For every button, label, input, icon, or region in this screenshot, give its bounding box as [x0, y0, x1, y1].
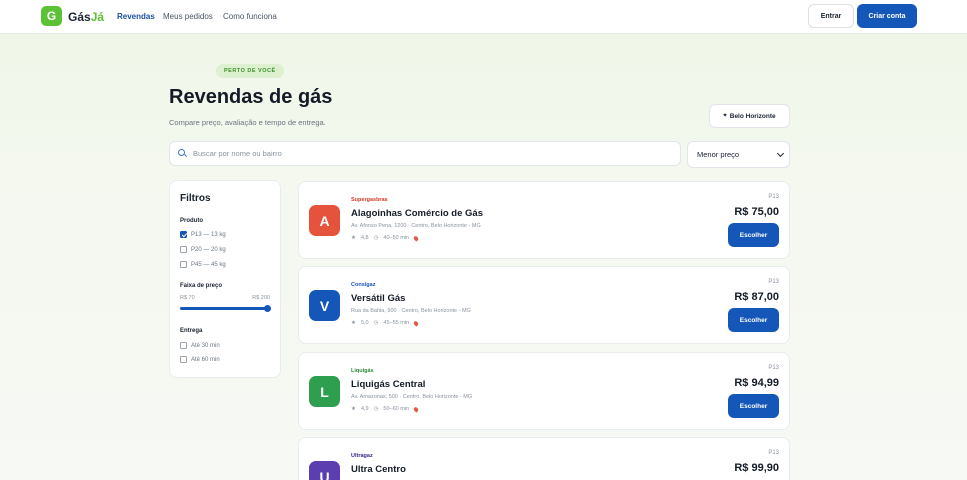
price-heading: Faixa de preço: [180, 283, 223, 289]
product-heading: Produto: [180, 218, 203, 224]
clock-icon: ◷: [373, 406, 379, 412]
dealer-product: P13: [768, 450, 779, 456]
price-min-label: R$ 70: [180, 295, 195, 301]
sort-selected-value: Menor preço: [697, 150, 740, 159]
page-title: Revendas de gás: [169, 86, 333, 108]
brand-accent: Já: [90, 10, 105, 24]
dealer-brand: Ultragaz: [351, 453, 373, 459]
dealer-time: 45–55 min: [383, 320, 410, 326]
city-selector-button[interactable]: ⌖ Belo Horizonte: [709, 104, 790, 128]
dealer-rating: 4,8: [360, 235, 369, 241]
dealer-rating: 4,9: [360, 406, 369, 412]
map-pin-icon[interactable]: [412, 319, 420, 327]
dealer-rating: 5,0: [360, 320, 369, 326]
price-slider-track[interactable]: [180, 307, 268, 310]
clock-icon: ◷: [373, 235, 379, 241]
map-pin-icon[interactable]: [412, 234, 420, 242]
dealer-avatar: U: [309, 461, 340, 480]
nav-revendas[interactable]: Revendas: [117, 12, 155, 21]
price-slider-handle[interactable]: [264, 305, 271, 312]
dealer-price: R$ 75,00: [734, 206, 779, 218]
filters-title: Filtros: [180, 193, 211, 204]
sort-select[interactable]: Menor preço: [687, 141, 790, 168]
option-label: P20 — 20 kg: [191, 246, 226, 253]
dealer-avatar: A: [309, 205, 340, 236]
dealer-meta: ★ 4,9 ◷ 50–60 min: [351, 405, 420, 413]
clock-icon: ◷: [373, 320, 379, 326]
filter-product-p20[interactable]: P20 — 20 kg: [180, 246, 226, 253]
signup-button[interactable]: Criar conta: [857, 4, 917, 28]
dealer-avatar: L: [309, 376, 340, 407]
filter-product-p13[interactable]: P13 — 13 kg: [180, 231, 226, 238]
dealer-time: 50–60 min: [383, 406, 410, 412]
chevron-down-icon: [776, 149, 785, 157]
checkbox[interactable]: [180, 261, 187, 268]
star-icon: ★: [351, 320, 356, 326]
star-icon: ★: [351, 406, 356, 412]
dealer-address: Rua da Bahia, 900 · Centro, Belo Horizon…: [351, 308, 471, 314]
dealer-avatar: V: [309, 290, 340, 321]
search-box[interactable]: [169, 141, 681, 166]
checkbox[interactable]: [180, 342, 187, 349]
dealer-product: P13: [768, 365, 779, 371]
choose-button[interactable]: Escolher: [728, 308, 779, 332]
search-icon: [178, 149, 187, 158]
dealer-time: 40–50 min: [383, 235, 410, 241]
option-label: P45 — 45 kg: [191, 261, 226, 268]
map-pin-icon[interactable]: [412, 405, 420, 413]
dealer-brand: Consigaz: [351, 282, 376, 288]
login-button[interactable]: Entrar: [808, 4, 854, 28]
dealer-product: P13: [768, 194, 779, 200]
logo-icon[interactable]: G: [41, 6, 62, 26]
city-label: Belo Horizonte: [729, 112, 776, 120]
checkbox[interactable]: [180, 231, 187, 238]
filters-panel: Filtros Produto P13 — 13 kg P20 — 20 kg …: [169, 180, 281, 378]
dealer-meta: ★ 4,8 ◷ 40–50 min: [351, 234, 420, 242]
choose-button[interactable]: Escolher: [728, 394, 779, 418]
dealer-price: R$ 87,00: [734, 291, 779, 303]
nav-meus-pedidos[interactable]: Meus pedidos: [163, 12, 213, 21]
dealer-card[interactable]: L Liquigás Liquigás Central Av. Amazonas…: [298, 352, 790, 430]
brand-main: Gás: [68, 10, 91, 24]
dealer-product: P13: [768, 279, 779, 285]
dealer-price: R$ 99,90: [734, 462, 779, 474]
checkbox[interactable]: [180, 356, 187, 363]
option-label: Até 30 min: [191, 342, 220, 349]
checkbox[interactable]: [180, 246, 187, 253]
nav-como-funciona[interactable]: Como funciona: [223, 12, 277, 21]
top-navbar: G GásJá Revendas Meus pedidos Como funci…: [0, 0, 967, 34]
dealer-card[interactable]: U Ultragaz Ultra Centro P13 R$ 99,90: [298, 437, 790, 480]
filter-product-p45[interactable]: P45 — 45 kg: [180, 261, 226, 268]
dealer-name[interactable]: Versátil Gás: [351, 293, 405, 304]
dealer-brand: Liquigás: [351, 368, 374, 374]
nearby-chip: PERTO DE VOCÊ: [216, 64, 284, 78]
dealer-name[interactable]: Ultra Centro: [351, 464, 406, 475]
dealer-price: R$ 94,99: [734, 377, 779, 389]
dealer-card[interactable]: A Supergasbras Alagoinhas Comércio de Gá…: [298, 181, 790, 259]
dealer-meta: ★ 5,0 ◷ 45–55 min: [351, 319, 420, 327]
location-pin-icon: ⌖: [723, 112, 727, 119]
page-subtitle: Compare preço, avaliação e tempo de entr…: [169, 118, 326, 127]
brand-name[interactable]: GásJá: [68, 10, 104, 24]
filter-delivery-60[interactable]: Até 60 min: [180, 356, 220, 363]
search-input[interactable]: [193, 149, 653, 158]
filter-delivery-30[interactable]: Até 30 min: [180, 342, 220, 349]
dealer-name[interactable]: Alagoinhas Comércio de Gás: [351, 208, 483, 219]
price-max-label: R$ 200: [252, 295, 270, 301]
dealer-brand: Supergasbras: [351, 197, 388, 203]
dealer-address: Av. Amazonas, 500 · Centro, Belo Horizon…: [351, 394, 473, 400]
delivery-heading: Entrega: [180, 328, 203, 334]
option-label: Até 60 min: [191, 356, 220, 363]
dealer-card[interactable]: V Consigaz Versátil Gás Rua da Bahia, 90…: [298, 266, 790, 344]
dealer-name[interactable]: Liquigás Central: [351, 379, 425, 390]
dealer-address: Av. Afonso Pena, 1200 · Centro, Belo Hor…: [351, 223, 481, 229]
logo-letter: G: [46, 9, 57, 23]
star-icon: ★: [351, 235, 356, 241]
option-label: P13 — 13 kg: [191, 231, 226, 238]
choose-button[interactable]: Escolher: [728, 223, 779, 247]
